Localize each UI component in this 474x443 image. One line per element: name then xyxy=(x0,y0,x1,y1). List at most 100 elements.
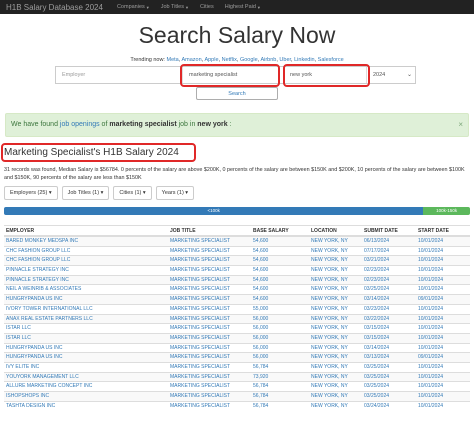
trending-link[interactable]: Apple xyxy=(204,57,218,63)
brand-logo[interactable]: H1B Salary Database 2024 xyxy=(6,3,103,12)
cell-employer[interactable]: ANAX REAL ESTATE PARTNERS LLC xyxy=(4,315,168,324)
cell-job-title[interactable]: MARKETING SPECIALIST xyxy=(168,295,251,304)
cell-location[interactable]: NEW YORK, NY xyxy=(309,305,362,314)
employer-input[interactable]: Employer xyxy=(56,67,183,83)
cell-job-title[interactable]: MARKETING SPECIALIST xyxy=(168,276,251,285)
cell-job-title[interactable]: MARKETING SPECIALIST xyxy=(168,363,251,372)
cell-location[interactable]: NEW YORK, NY xyxy=(309,266,362,275)
cell-employer[interactable]: ISTAR LLC xyxy=(4,334,168,343)
cell-location[interactable]: NEW YORK, NY xyxy=(309,247,362,256)
cell-job-title[interactable]: MARKETING SPECIALIST xyxy=(168,247,251,256)
trending-link[interactable]: Airbnb xyxy=(260,57,276,63)
cell-location[interactable]: NEW YORK, NY xyxy=(309,295,362,304)
year-select[interactable]: 2024 ⌄ xyxy=(367,67,416,83)
trending-link[interactable]: Salesforce xyxy=(318,57,344,63)
cell-location[interactable]: NEW YORK, NY xyxy=(309,276,362,285)
cell-job-title[interactable]: MARKETING SPECIALIST xyxy=(168,285,251,294)
cell-employer[interactable]: CHC FASHION GROUP LLC xyxy=(4,247,168,256)
table-row: HUNGRYPANDA US INC MARKETING SPECIALIST 54… xyxy=(4,294,470,304)
cell-job-title[interactable]: MARKETING SPECIALIST xyxy=(168,324,251,333)
filter-years-button[interactable]: Years (1) ▾ xyxy=(155,186,195,200)
cell-location[interactable]: NEW YORK, NY xyxy=(309,344,362,353)
trending-link[interactable]: Netflix xyxy=(222,57,237,63)
cell-employer[interactable]: ISHOPSHOPS INC xyxy=(4,392,168,401)
cell-employer[interactable]: YOUYORK MANAGEMENT LLC xyxy=(4,373,168,382)
cell-start-date: 10/01/2024 xyxy=(418,238,444,244)
nav-companies[interactable]: Companies ▼ xyxy=(117,4,150,10)
close-icon[interactable]: × xyxy=(458,114,463,136)
cell-employer[interactable]: TASHTA DESIGN INC xyxy=(4,402,168,411)
cell-location[interactable]: NEW YORK, NY xyxy=(309,373,362,382)
alert-text-1: We have found xyxy=(11,121,60,128)
cell-job-title[interactable]: MARKETING SPECIALIST xyxy=(168,305,251,314)
header-submit-date[interactable]: SUBMIT DATE xyxy=(362,226,416,235)
nav-highest-paid-label: Highest Paid xyxy=(224,4,256,10)
cell-start-date: 10/01/2024 xyxy=(418,373,444,380)
nav-cities[interactable]: Cities xyxy=(200,4,214,10)
cell-job-title[interactable]: MARKETING SPECIALIST xyxy=(168,402,251,411)
cell-location[interactable]: NEW YORK, NY xyxy=(309,402,362,411)
cell-employer[interactable]: PINNACLE STRATEGY INC xyxy=(4,276,168,285)
cell-employer[interactable]: IVORY TOWER INTERNATIONAL LLC xyxy=(4,305,168,314)
cell-job-title[interactable]: MARKETING SPECIALIST xyxy=(168,344,251,353)
cell-job-title[interactable]: MARKETING SPECIALIST xyxy=(168,373,251,382)
cell-location[interactable]: NEW YORK, NY xyxy=(309,382,362,391)
cell-employer[interactable]: HUNGRYPANDA US INC xyxy=(4,344,168,353)
alert-job: marketing specialist xyxy=(109,121,177,128)
trending-link[interactable]: Uber xyxy=(279,57,291,63)
cell-employer[interactable]: NEIL A WEINRIB & ASSOCIATES xyxy=(4,285,168,294)
cell-location[interactable]: NEW YORK, NY xyxy=(309,324,362,333)
nav-job-titles-label: Job Titles xyxy=(160,4,184,10)
cell-employer[interactable]: HUNGRYPANDA US INC xyxy=(4,295,168,304)
cell-start-date: 10/01/2024 xyxy=(418,393,444,399)
header-start-date[interactable]: START DATE xyxy=(416,226,470,235)
cell-location[interactable]: NEW YORK, NY xyxy=(309,363,362,372)
cell-start-date: 10/01/2024 xyxy=(418,334,444,341)
search-button[interactable]: Search xyxy=(196,87,278,100)
cell-employer[interactable]: BARED MONKEY MEDSPA INC xyxy=(4,237,168,246)
cell-submit-date: 03/22/2024 xyxy=(364,315,390,322)
trending-prefix: Trending now: xyxy=(130,57,165,63)
cell-job-title[interactable]: MARKETING SPECIALIST xyxy=(168,392,251,401)
cell-location[interactable]: NEW YORK, NY xyxy=(309,285,362,294)
cell-employer[interactable]: IVY ELITE INC xyxy=(4,363,168,372)
cell-location[interactable]: NEW YORK, NY xyxy=(309,237,362,246)
trending-link[interactable]: Linkedin xyxy=(294,57,315,63)
cell-base-salary: 56,000 xyxy=(253,315,269,322)
salary-distribution-bar: <100k 100k-150k xyxy=(4,207,470,215)
cell-job-title[interactable]: MARKETING SPECIALIST xyxy=(168,353,251,362)
cell-location[interactable]: NEW YORK, NY xyxy=(309,256,362,265)
cell-start-date: 09/01/2024 xyxy=(418,296,444,303)
trending-link[interactable]: Amazon xyxy=(182,57,202,63)
cell-employer[interactable]: CHC FASHION GROUP LLC xyxy=(4,256,168,265)
filter-cities-button[interactable]: Cities (1) ▾ xyxy=(113,186,152,200)
cell-job-title[interactable]: MARKETING SPECIALIST xyxy=(168,382,251,391)
cell-job-title[interactable]: MARKETING SPECIALIST xyxy=(168,237,251,246)
header-location[interactable]: LOCATION xyxy=(309,226,362,235)
cell-job-title[interactable]: MARKETING SPECIALIST xyxy=(168,315,251,324)
header-job-title[interactable]: JOB TITLE xyxy=(168,226,251,235)
nav-highest-paid[interactable]: Highest Paid ▼ xyxy=(225,4,261,10)
cell-job-title[interactable]: MARKETING SPECIALIST xyxy=(168,256,251,265)
cell-employer[interactable]: HUNGRYPANDA US INC xyxy=(4,353,168,362)
filter-employers-button[interactable]: Employers (25) ▾ xyxy=(4,186,58,200)
trending-link[interactable]: Google xyxy=(240,57,258,63)
cell-job-title[interactable]: MARKETING SPECIALIST xyxy=(168,266,251,275)
cell-employer[interactable]: PINNACLE STRATEGY INC xyxy=(4,266,168,275)
cell-submit-date: 03/25/2024 xyxy=(364,286,390,293)
cell-base-salary: 54,600 xyxy=(253,257,269,264)
header-employer[interactable]: EMPLOYER xyxy=(4,226,168,235)
filter-job-titles-button[interactable]: Job Titles (1) ▾ xyxy=(61,186,110,200)
highlight-location xyxy=(283,64,370,87)
cell-location[interactable]: NEW YORK, NY xyxy=(309,392,362,401)
job-openings-link[interactable]: job openings xyxy=(60,121,100,128)
cell-location[interactable]: NEW YORK, NY xyxy=(309,334,362,343)
cell-employer[interactable]: ALLURE MARKETING CONCEPT INC xyxy=(4,382,168,391)
cell-employer[interactable]: ISTAR LLC xyxy=(4,324,168,333)
header-base-salary[interactable]: BASE SALARY xyxy=(251,226,309,235)
cell-job-title[interactable]: MARKETING SPECIALIST xyxy=(168,334,251,343)
trending-link[interactable]: Meta xyxy=(167,57,179,63)
cell-location[interactable]: NEW YORK, NY xyxy=(309,315,362,324)
cell-location[interactable]: NEW YORK, NY xyxy=(309,353,362,362)
nav-job-titles[interactable]: Job Titles ▼ xyxy=(161,4,189,10)
